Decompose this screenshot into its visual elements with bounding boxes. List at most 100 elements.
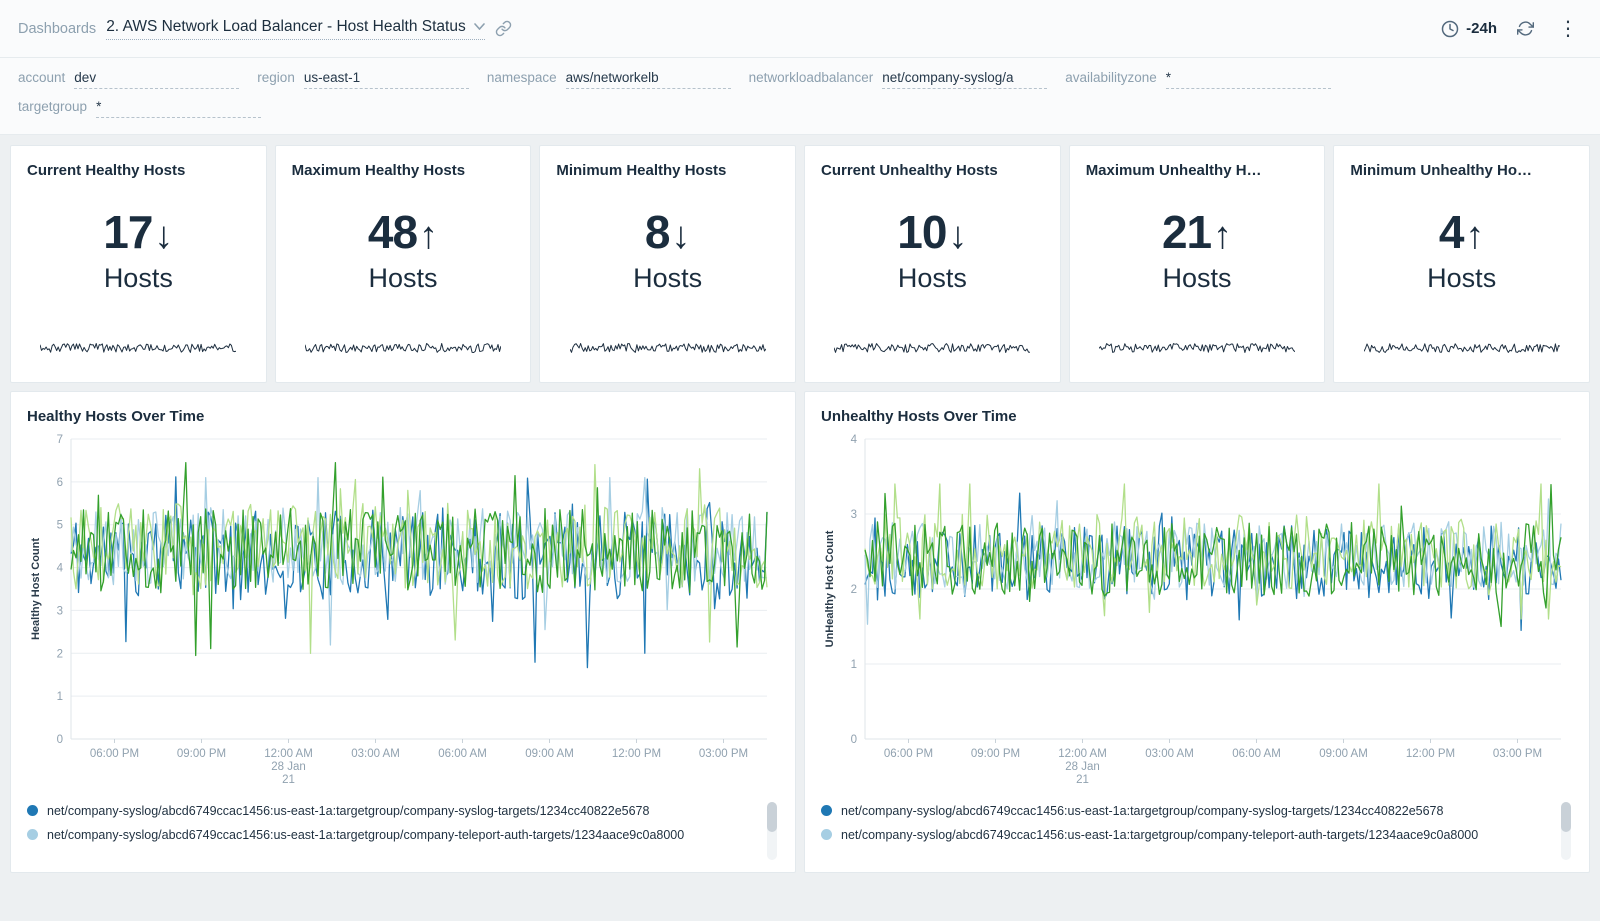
filter-availabilityzone-value[interactable]: *	[1166, 70, 1331, 89]
sparkline	[556, 340, 779, 356]
series-color-dot	[821, 805, 832, 816]
svg-text:4: 4	[851, 434, 858, 446]
stat-unit: Hosts	[27, 263, 250, 294]
legend-scrollbar[interactable]	[1561, 802, 1571, 860]
filter-targetgroup-value[interactable]: *	[96, 99, 261, 118]
stat-value: 8↓	[556, 205, 779, 259]
svg-text:2: 2	[851, 584, 857, 596]
stat-title: Current Unhealthy Hosts	[821, 162, 1044, 179]
filter-label: region	[257, 70, 295, 85]
stat-panel-current-healthy: Current Healthy Hosts 17↓ Hosts	[10, 145, 267, 383]
stat-unit: Hosts	[1350, 263, 1573, 294]
filter-account: account dev	[18, 70, 239, 89]
legend-label: net/company-syslog/abcd6749ccac1456:us-e…	[47, 826, 684, 845]
svg-text:1: 1	[851, 659, 857, 671]
filter-namespace-value[interactable]: aws/networkelb	[566, 70, 731, 89]
svg-text:03:00 AM: 03:00 AM	[351, 748, 400, 760]
legend-scrollbar[interactable]	[767, 802, 777, 860]
svg-text:06:00 PM: 06:00 PM	[90, 748, 139, 760]
filter-label: availabilityzone	[1065, 70, 1157, 85]
legend-label: net/company-syslog/abcd6749ccac1456:us-e…	[47, 802, 649, 821]
stat-number: 4	[1439, 206, 1464, 258]
breadcrumb[interactable]: Dashboards	[18, 21, 96, 37]
filter-label: targetgroup	[18, 99, 87, 114]
chart-title: Healthy Hosts Over Time	[27, 408, 779, 425]
svg-text:12:00 AM28 Jan21: 12:00 AM28 Jan21	[264, 748, 313, 786]
svg-text:06:00 PM: 06:00 PM	[884, 748, 933, 760]
filter-account-value[interactable]: dev	[74, 70, 239, 89]
healthy-hosts-line-chart: 0123456706:00 PM09:00 PM12:00 AM28 Jan21…	[27, 431, 779, 800]
kebab-menu-icon[interactable]: ⋮	[1554, 19, 1582, 39]
filter-bar: account dev region us-east-1 namespace a…	[0, 58, 1600, 135]
time-range-label: -24h	[1466, 20, 1497, 37]
unhealthy-hosts-chart-panel: Unhealthy Hosts Over Time 0123406:00 PM0…	[804, 391, 1590, 873]
svg-text:5: 5	[57, 520, 63, 532]
svg-text:03:00 AM: 03:00 AM	[1145, 748, 1194, 760]
stat-panel-min-healthy: Minimum Healthy Hosts 8↓ Hosts	[539, 145, 796, 383]
chart-title: Unhealthy Hosts Over Time	[821, 408, 1573, 425]
legend-item[interactable]: net/company-syslog/abcd6749ccac1456:us-e…	[27, 826, 757, 845]
filter-networkloadbalancer: networkloadbalancer net/company-syslog/a	[749, 70, 1048, 89]
dashboard-body: Current Healthy Hosts 17↓ Hosts Maximum …	[0, 135, 1600, 883]
stat-title: Minimum Healthy Hosts	[556, 162, 779, 179]
svg-text:2: 2	[57, 648, 63, 660]
stats-row: Current Healthy Hosts 17↓ Hosts Maximum …	[10, 145, 1590, 383]
filter-region-value[interactable]: us-east-1	[304, 70, 469, 89]
stat-title: Maximum Healthy Hosts	[292, 162, 515, 179]
filter-label: namespace	[487, 70, 557, 85]
trend-down-icon: ↓	[671, 215, 690, 257]
legend-scrollbar-thumb[interactable]	[1561, 802, 1571, 832]
stat-number: 10	[897, 206, 946, 258]
series-color-dot	[27, 829, 38, 840]
stat-panel-max-healthy: Maximum Healthy Hosts 48↑ Hosts	[275, 145, 532, 383]
stat-title: Current Healthy Hosts	[27, 162, 250, 179]
legend-item[interactable]: net/company-syslog/abcd6749ccac1456:us-e…	[821, 802, 1551, 821]
svg-text:09:00 AM: 09:00 AM	[525, 748, 574, 760]
svg-text:3: 3	[851, 509, 857, 521]
sparkline	[821, 340, 1044, 356]
dashboard-header: Dashboards 2. AWS Network Load Balancer …	[0, 0, 1600, 58]
dashboard-title-dropdown[interactable]: 2. AWS Network Load Balancer - Host Heal…	[106, 18, 485, 40]
trend-down-icon: ↓	[948, 215, 967, 257]
filter-namespace: namespace aws/networkelb	[487, 70, 731, 89]
stat-panel-current-unhealthy: Current Unhealthy Hosts 10↓ Hosts	[804, 145, 1061, 383]
filter-label: account	[18, 70, 65, 85]
stat-unit: Hosts	[1086, 263, 1309, 294]
svg-text:09:00 AM: 09:00 AM	[1319, 748, 1368, 760]
filter-label: networkloadbalancer	[749, 70, 874, 85]
sparkline	[292, 340, 515, 356]
page-title: 2. AWS Network Load Balancer - Host Heal…	[106, 18, 466, 36]
trend-down-icon: ↓	[154, 215, 173, 257]
link-icon[interactable]	[495, 20, 512, 37]
svg-text:0: 0	[57, 734, 63, 746]
series-color-dot	[27, 805, 38, 816]
stat-value: 10↓	[821, 205, 1044, 259]
sparkline	[27, 340, 250, 356]
stat-panel-min-unhealthy: Minimum Unhealthy Ho… 4↑ Hosts	[1333, 145, 1590, 383]
svg-text:03:00 PM: 03:00 PM	[699, 748, 748, 760]
svg-text:7: 7	[57, 434, 63, 446]
clock-icon	[1441, 20, 1459, 38]
svg-text:6: 6	[57, 477, 63, 489]
stat-number: 8	[645, 206, 670, 258]
series-color-dot	[821, 829, 832, 840]
stat-number: 21	[1162, 206, 1211, 258]
legend-scrollbar-thumb[interactable]	[767, 802, 777, 832]
stat-title: Minimum Unhealthy Ho…	[1350, 162, 1573, 179]
chart-legend: net/company-syslog/abcd6749ccac1456:us-e…	[27, 802, 779, 864]
topbar-actions: -24h ⋮	[1441, 19, 1582, 39]
stat-value: 4↑	[1350, 205, 1573, 259]
time-range-selector[interactable]: -24h	[1441, 20, 1497, 38]
stat-unit: Hosts	[292, 263, 515, 294]
svg-text:03:00 PM: 03:00 PM	[1493, 748, 1542, 760]
svg-text:12:00 PM: 12:00 PM	[1406, 748, 1455, 760]
refresh-icon[interactable]	[1517, 20, 1534, 37]
legend-item[interactable]: net/company-syslog/abcd6749ccac1456:us-e…	[821, 826, 1551, 845]
svg-text:12:00 AM28 Jan21: 12:00 AM28 Jan21	[1058, 748, 1107, 786]
filter-networkloadbalancer-value[interactable]: net/company-syslog/a	[882, 70, 1047, 89]
svg-text:06:00 AM: 06:00 AM	[438, 748, 487, 760]
stat-number: 17	[103, 206, 152, 258]
trend-up-icon: ↑	[419, 215, 438, 257]
trend-up-icon: ↑	[1465, 215, 1484, 257]
legend-item[interactable]: net/company-syslog/abcd6749ccac1456:us-e…	[27, 802, 757, 821]
